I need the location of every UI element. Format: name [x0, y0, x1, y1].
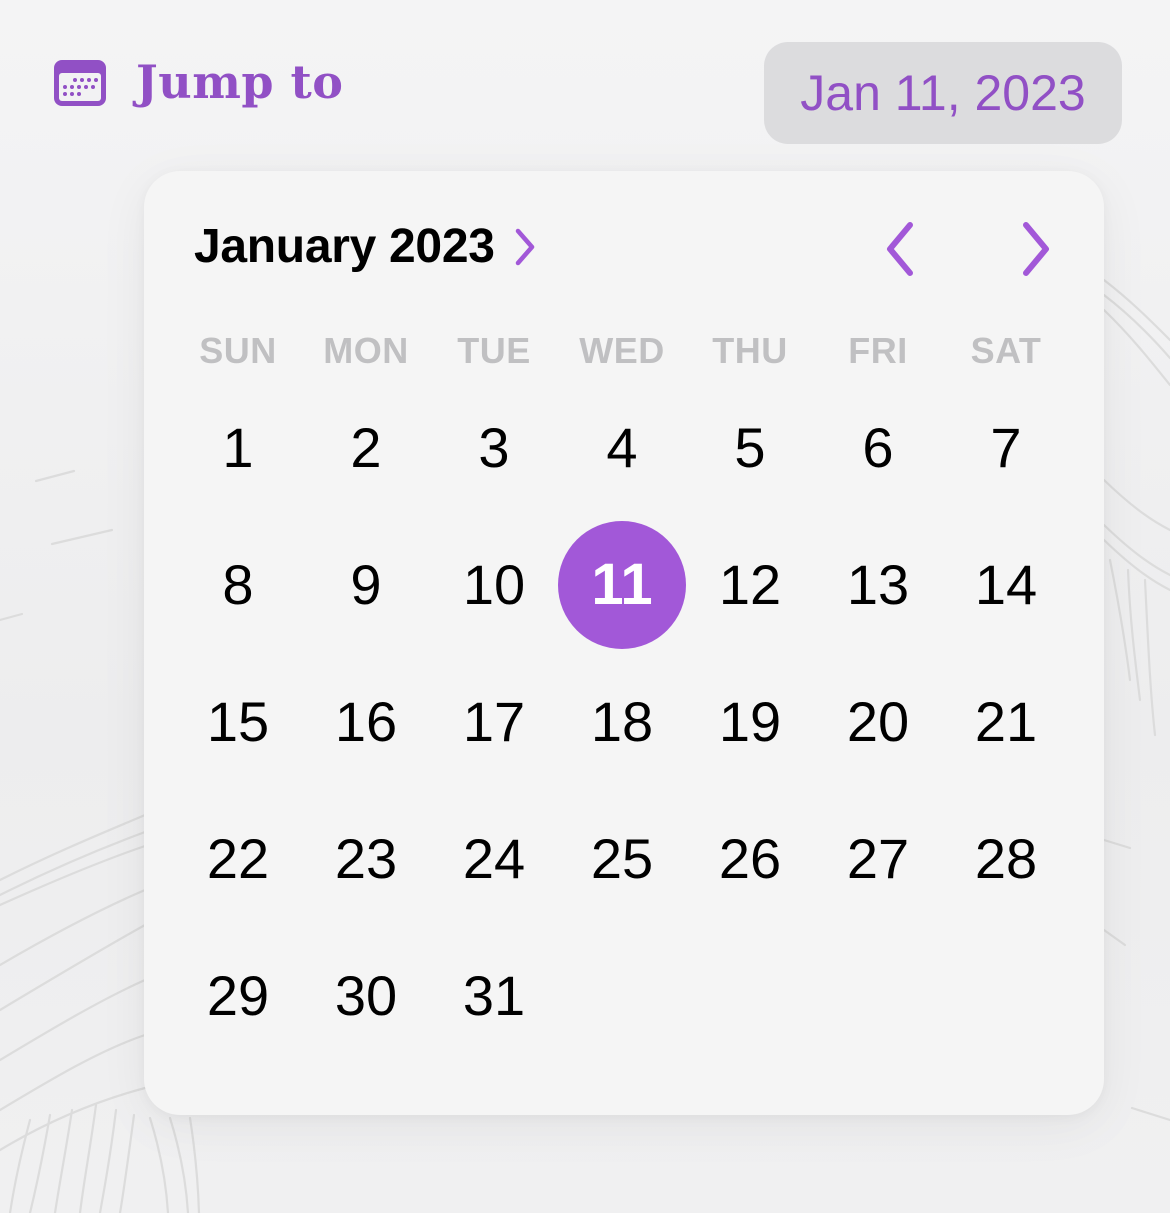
day-cell[interactable]: 16: [302, 653, 430, 790]
month-year-label: January 2023: [194, 220, 495, 273]
day-cell[interactable]: 28: [942, 790, 1070, 927]
day-cell[interactable]: 30: [302, 927, 430, 1064]
date-picker-popover: January 2023 SUN MON TUE WED THU FRI SAT…: [144, 171, 1104, 1115]
day-cell[interactable]: 10: [430, 516, 558, 653]
day-cell[interactable]: 24: [430, 790, 558, 927]
day-grid: 1 2 3 4 5 6 7 8 9 10 11 12 13 14 15 16 17 18 19 20 21 22 23 24 2…: [174, 379, 1070, 1064]
selected-day-indicator: 11: [558, 520, 686, 649]
day-cell[interactable]: 22: [174, 790, 302, 927]
day-cell[interactable]: 7: [942, 379, 1070, 516]
day-cell[interactable]: 26: [686, 790, 814, 927]
day-cell[interactable]: 18: [558, 653, 686, 790]
day-cell[interactable]: 31: [430, 927, 558, 1064]
jump-to-label: Jump to: [54, 55, 344, 109]
chevron-left-icon: [887, 222, 913, 276]
day-cell[interactable]: 6: [814, 379, 942, 516]
weekday-label: SAT: [970, 330, 1042, 371]
day-cell[interactable]: 2: [302, 379, 430, 516]
next-month-button[interactable]: [1006, 219, 1066, 279]
day-cell[interactable]: 8: [174, 516, 302, 653]
day-cell[interactable]: 12: [686, 516, 814, 653]
chevron-right-icon: [1023, 222, 1049, 276]
day-cell[interactable]: 29: [174, 927, 302, 1064]
day-cell[interactable]: 3: [430, 379, 558, 516]
day-cell[interactable]: 20: [814, 653, 942, 790]
weekday-label: FRI: [848, 330, 908, 371]
weekday-label: WED: [579, 330, 665, 371]
month-year-selector[interactable]: January 2023: [194, 223, 537, 271]
day-cell[interactable]: 19: [686, 653, 814, 790]
weekday-label: MON: [323, 330, 409, 371]
weekday-label: THU: [712, 330, 788, 371]
day-cell[interactable]: 4: [558, 379, 686, 516]
weekday-label: TUE: [457, 330, 531, 371]
day-cell[interactable]: 25: [558, 790, 686, 927]
day-cell[interactable]: 5: [686, 379, 814, 516]
jump-to-text: Jump to: [136, 55, 344, 109]
previous-month-button[interactable]: [870, 219, 930, 279]
day-cell[interactable]: 21: [942, 653, 1070, 790]
day-cell[interactable]: 23: [302, 790, 430, 927]
day-cell-selected[interactable]: 11: [558, 516, 686, 653]
day-cell[interactable]: 1: [174, 379, 302, 516]
day-cell[interactable]: 13: [814, 516, 942, 653]
header: Jump to Jan 11, 2023: [0, 0, 1170, 170]
day-cell[interactable]: 17: [430, 653, 558, 790]
calendar-icon: [54, 60, 106, 106]
weekday-label: SUN: [199, 330, 277, 371]
weekday-header-row: SUN MON TUE WED THU FRI SAT: [174, 331, 1070, 371]
chevron-right-icon: [515, 228, 534, 266]
day-cell[interactable]: 9: [302, 516, 430, 653]
day-cell[interactable]: 27: [814, 790, 942, 927]
day-cell[interactable]: 15: [174, 653, 302, 790]
day-cell[interactable]: 14: [942, 516, 1070, 653]
selected-date-button[interactable]: Jan 11, 2023: [764, 42, 1122, 144]
